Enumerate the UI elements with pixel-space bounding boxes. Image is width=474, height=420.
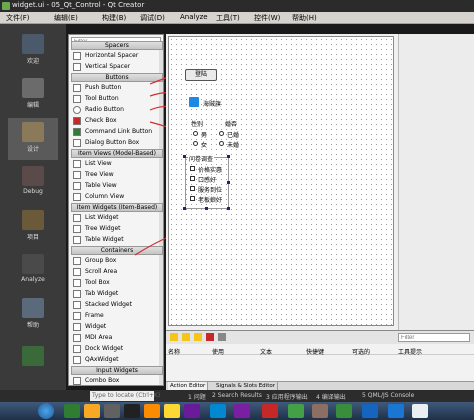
option-checkbox-2[interactable] (190, 186, 195, 191)
resize-handle[interactable] (227, 181, 230, 184)
ps-taskbar-icon[interactable] (362, 404, 378, 418)
app-taskbar-icon[interactable] (312, 404, 328, 418)
col-checkable[interactable]: 可选的 (352, 347, 370, 356)
option-label-3: 老板娘好 (198, 197, 223, 204)
col-shortcut[interactable]: 快捷键 (306, 347, 324, 356)
gender-label: 性别 (191, 121, 204, 128)
action-editor-header: 名称 使用 文本 快捷键 可选的 工具提示 (166, 346, 474, 356)
ie-taskbar-icon[interactable] (210, 404, 226, 418)
col-text[interactable]: 文本 (260, 347, 272, 356)
delete-action-icon[interactable] (206, 333, 214, 341)
action-editor-panel: 名称 使用 文本 快捷键 可选的 工具提示 Action Editor Sign… (166, 330, 474, 391)
resize-handle[interactable] (183, 207, 186, 210)
output-qml-console[interactable]: 5 QML/JS Console (362, 392, 414, 399)
unmarried-label: 未婚 (227, 142, 240, 149)
word-taskbar-icon[interactable] (388, 404, 404, 418)
paste-action-icon[interactable] (194, 333, 202, 341)
output-compile[interactable]: 4 编译输出 (316, 392, 346, 401)
survey-group-box[interactable]: 问卷调查 价格实惠 口感好 服务到位 老板娘好 (185, 154, 229, 209)
output-issues[interactable]: 1 问题 (188, 392, 206, 401)
output-search-results[interactable]: 2 Search Results (212, 392, 262, 399)
male-label: 男 (201, 132, 208, 139)
option-checkbox-0[interactable] (190, 166, 195, 171)
action-filter-input[interactable] (398, 333, 470, 342)
male-radio[interactable] (193, 131, 198, 136)
editor-tabs: Action Editor Signals & Slots Editor (166, 381, 474, 391)
configure-icon[interactable] (218, 333, 226, 341)
app-taskbar-icon[interactable] (336, 404, 352, 418)
object-inspector-dock (398, 34, 474, 330)
unmarried-radio[interactable] (219, 141, 224, 146)
new-action-icon[interactable] (170, 333, 178, 341)
login-push-button[interactable]: 登陆 (185, 69, 217, 81)
form-canvas[interactable]: 登陆 海贼旗 性别 婚否 男 女 已婚 未婚 问卷调查 价格实惠 口感好 服务到… (168, 36, 394, 326)
option-checkbox-3[interactable] (190, 196, 195, 201)
app-taskbar-icon[interactable] (184, 404, 200, 418)
output-app-output[interactable]: 3 应用程序输出 (266, 392, 308, 401)
col-name[interactable]: 名称 (168, 347, 180, 356)
col-used[interactable]: 使用 (212, 347, 224, 356)
firefox-taskbar-icon[interactable] (144, 404, 160, 418)
married-radio[interactable] (219, 131, 224, 136)
married-label: 已婚 (227, 132, 240, 139)
tool-button-label[interactable]: 海贼旗 (203, 99, 221, 108)
resize-handle[interactable] (227, 207, 230, 210)
visual-studio-taskbar-icon[interactable] (234, 404, 250, 418)
resize-handle[interactable] (183, 155, 186, 158)
chrome-taskbar-icon[interactable] (164, 404, 180, 418)
resize-handle[interactable] (205, 207, 208, 210)
survey-group-title: 问卷调查 (188, 154, 215, 163)
locator-search[interactable]: Type to locate (Ctrl+K) (90, 391, 160, 401)
qt-taskbar-icon[interactable] (64, 404, 80, 418)
explorer-taskbar-icon[interactable] (84, 404, 100, 418)
option-label-1: 口感好 (198, 177, 217, 184)
col-tooltip[interactable]: 工具提示 (398, 347, 422, 356)
action-editor-toolbar (166, 331, 474, 344)
resize-handle[interactable] (227, 155, 230, 158)
app-taskbar-icon[interactable] (262, 404, 278, 418)
form-editor-area: 登陆 海贼旗 性别 婚否 男 女 已婚 未婚 问卷调查 价格实惠 口感好 服务到… (166, 34, 474, 330)
female-label: 女 (201, 142, 208, 149)
qt-creator-taskbar-icon[interactable] (288, 404, 304, 418)
marriage-label: 婚否 (225, 121, 238, 128)
windows-taskbar (0, 402, 474, 420)
option-checkbox-1[interactable] (190, 176, 195, 181)
output-pane-bar: Type to locate (Ctrl+K) 1 问题 2 Search Re… (0, 390, 474, 402)
copy-action-icon[interactable] (182, 333, 190, 341)
female-radio[interactable] (193, 141, 198, 146)
option-label-2: 服务到位 (198, 187, 223, 194)
unity-taskbar-icon[interactable] (124, 404, 140, 418)
option-label-0: 价格实惠 (198, 167, 223, 174)
app-taskbar-icon[interactable] (412, 404, 428, 418)
pirate-flag-icon (189, 97, 199, 107)
start-button-icon[interactable] (38, 403, 54, 419)
media-taskbar-icon[interactable] (104, 404, 120, 418)
